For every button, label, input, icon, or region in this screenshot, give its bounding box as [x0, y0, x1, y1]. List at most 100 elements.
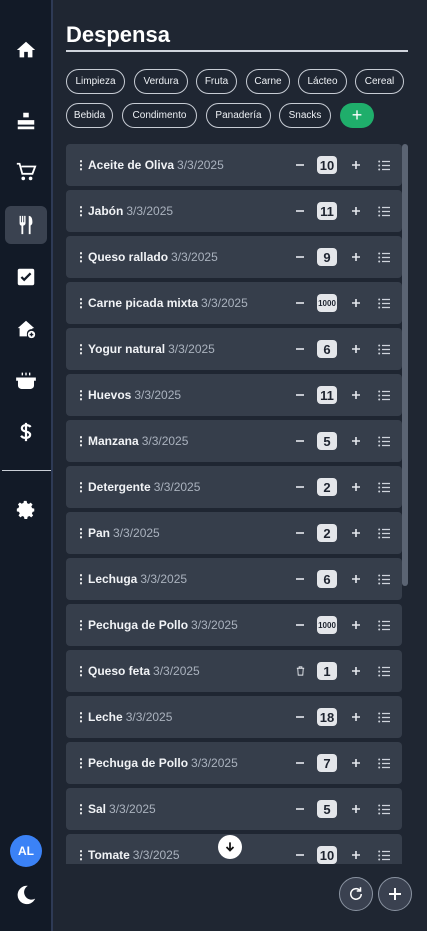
details-list-icon[interactable] — [374, 615, 394, 635]
details-list-icon[interactable] — [374, 569, 394, 589]
decrement-icon[interactable] — [290, 753, 310, 773]
details-list-icon[interactable] — [374, 799, 394, 819]
increment-icon[interactable] — [346, 615, 366, 635]
chip-fruta[interactable]: Fruta — [196, 69, 237, 94]
increment-icon[interactable] — [346, 523, 366, 543]
decrement-icon[interactable] — [290, 615, 310, 635]
increment-icon[interactable] — [346, 155, 366, 175]
quantity-value[interactable]: 11 — [317, 202, 337, 220]
quantity-value[interactable]: 18 — [317, 708, 337, 726]
drag-handle-icon[interactable]: ⋮ — [74, 434, 88, 448]
decrement-icon[interactable] — [290, 707, 310, 727]
quantity-value[interactable]: 2 — [317, 478, 337, 496]
increment-icon[interactable] — [346, 339, 366, 359]
quantity-value[interactable]: 10 — [317, 846, 337, 864]
decrement-icon[interactable] — [290, 845, 310, 864]
details-list-icon[interactable] — [374, 385, 394, 405]
list-item[interactable]: ⋮ Queso feta 3/3/2025 1 — [66, 650, 402, 692]
decrement-icon[interactable] — [290, 799, 310, 819]
decrement-icon[interactable] — [290, 431, 310, 451]
quantity-value[interactable]: 10 — [317, 156, 337, 174]
increment-icon[interactable] — [346, 661, 366, 681]
chip-condimento[interactable]: Condimento — [122, 103, 197, 128]
drag-handle-icon[interactable]: ⋮ — [74, 802, 88, 816]
details-list-icon[interactable] — [374, 707, 394, 727]
quantity-value[interactable]: 11 — [317, 386, 337, 404]
chip-snacks[interactable]: Snacks — [279, 103, 331, 128]
nav-settings[interactable] — [5, 491, 47, 529]
details-list-icon[interactable] — [374, 431, 394, 451]
decrement-icon[interactable] — [290, 385, 310, 405]
increment-icon[interactable] — [346, 431, 366, 451]
list-item[interactable]: ⋮ Pechuga de Pollo 3/3/2025 1000 — [66, 604, 402, 646]
details-list-icon[interactable] — [374, 201, 394, 221]
chip-carne[interactable]: Carne — [246, 69, 290, 94]
drag-handle-icon[interactable]: ⋮ — [74, 296, 88, 310]
scroll-down-button[interactable] — [218, 835, 242, 859]
list-item[interactable]: ⋮ Yogur natural 3/3/2025 6 — [66, 328, 402, 370]
details-list-icon[interactable] — [374, 247, 394, 267]
details-list-icon[interactable] — [374, 753, 394, 773]
refresh-button[interactable] — [339, 877, 373, 911]
details-list-icon[interactable] — [374, 477, 394, 497]
decrement-icon[interactable] — [290, 293, 310, 313]
add-item-button[interactable] — [378, 877, 412, 911]
list-item[interactable]: ⋮ Lechuga 3/3/2025 6 — [66, 558, 402, 600]
decrement-icon[interactable] — [290, 339, 310, 359]
chip-panaderia[interactable]: Panadería — [206, 103, 271, 128]
quantity-value[interactable]: 5 — [317, 432, 337, 450]
decrement-icon[interactable] — [290, 569, 310, 589]
scrollbar[interactable] — [402, 144, 408, 864]
theme-toggle[interactable] — [5, 876, 47, 914]
decrement-icon[interactable] — [290, 477, 310, 497]
chip-lacteo[interactable]: Lácteo — [298, 69, 347, 94]
details-list-icon[interactable] — [374, 339, 394, 359]
increment-icon[interactable] — [346, 385, 366, 405]
quantity-value[interactable]: 6 — [317, 570, 337, 588]
drag-handle-icon[interactable]: ⋮ — [74, 480, 88, 494]
nav-finance[interactable] — [5, 413, 47, 451]
chip-limpieza[interactable]: Limpieza — [66, 69, 125, 94]
drag-handle-icon[interactable]: ⋮ — [74, 204, 88, 218]
chip-verdura[interactable]: Verdura — [134, 69, 188, 94]
chip-bebida[interactable]: Bebida — [66, 103, 113, 128]
nav-cart[interactable] — [5, 153, 47, 191]
drag-handle-icon[interactable]: ⋮ — [74, 710, 88, 724]
list-item[interactable]: ⋮ Detergente 3/3/2025 2 — [66, 466, 402, 508]
nav-pantry[interactable] — [5, 206, 47, 244]
decrement-icon[interactable] — [290, 523, 310, 543]
decrement-icon[interactable] — [290, 201, 310, 221]
nav-cooking[interactable] — [5, 361, 47, 399]
details-list-icon[interactable] — [374, 155, 394, 175]
quantity-value[interactable]: 6 — [317, 340, 337, 358]
nav-inventory[interactable] — [5, 102, 47, 140]
list-item[interactable]: ⋮ Queso rallado 3/3/2025 9 — [66, 236, 402, 278]
drag-handle-icon[interactable]: ⋮ — [74, 342, 88, 356]
scrollbar-thumb[interactable] — [402, 144, 408, 586]
details-list-icon[interactable] — [374, 523, 394, 543]
quantity-value[interactable]: 1000 — [317, 616, 337, 634]
list-item[interactable]: ⋮ Carne picada mixta 3/3/2025 1000 — [66, 282, 402, 324]
list-item[interactable]: ⋮ Leche 3/3/2025 18 — [66, 696, 402, 738]
quantity-value[interactable]: 9 — [317, 248, 337, 266]
drag-handle-icon[interactable]: ⋮ — [74, 848, 88, 862]
increment-icon[interactable] — [346, 293, 366, 313]
increment-icon[interactable] — [346, 707, 366, 727]
drag-handle-icon[interactable]: ⋮ — [74, 664, 88, 678]
user-avatar[interactable]: AL — [10, 835, 42, 867]
details-list-icon[interactable] — [374, 845, 394, 864]
trash-icon[interactable] — [290, 661, 310, 681]
quantity-value[interactable]: 1 — [317, 662, 337, 680]
increment-icon[interactable] — [346, 569, 366, 589]
drag-handle-icon[interactable]: ⋮ — [74, 618, 88, 632]
increment-icon[interactable] — [346, 753, 366, 773]
increment-icon[interactable] — [346, 247, 366, 267]
list-item[interactable]: ⋮ Jabón 3/3/2025 11 — [66, 190, 402, 232]
increment-icon[interactable] — [346, 477, 366, 497]
list-item[interactable]: ⋮ Sal 3/3/2025 5 — [66, 788, 402, 830]
decrement-icon[interactable] — [290, 247, 310, 267]
list-item[interactable]: ⋮ Aceite de Oliva 3/3/2025 10 — [66, 144, 402, 186]
drag-handle-icon[interactable]: ⋮ — [74, 158, 88, 172]
list-item[interactable]: ⋮ Manzana 3/3/2025 5 — [66, 420, 402, 462]
drag-handle-icon[interactable]: ⋮ — [74, 526, 88, 540]
